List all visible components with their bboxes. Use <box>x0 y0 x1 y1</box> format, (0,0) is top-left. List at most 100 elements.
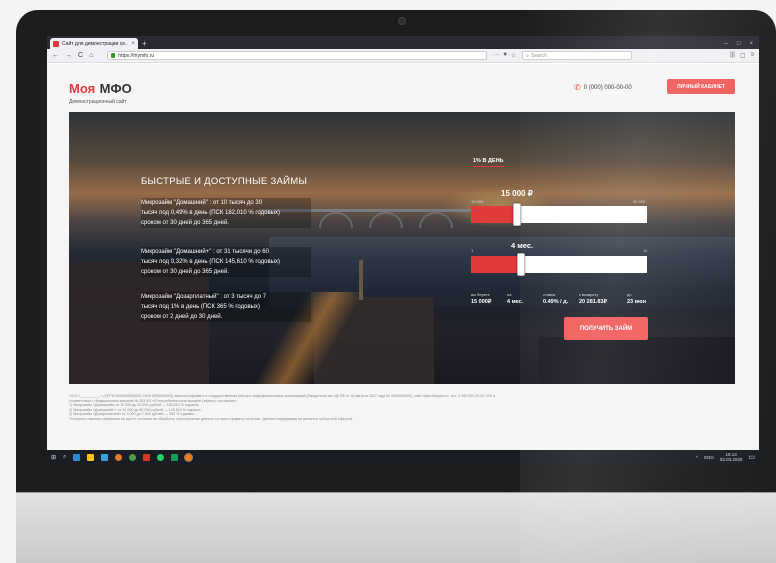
legal-footer: ООО «__________» (ОГРН 0000000000000, ИН… <box>69 394 539 422</box>
amount-slider-fill <box>471 206 515 223</box>
term-max-label: 12 <box>643 248 648 253</box>
favicon-icon <box>53 40 59 47</box>
hero-title: БЫСТРЫЕ И ДОСТУПНЫЕ ЗАЙМЫ <box>141 176 308 187</box>
search-taskbar-icon[interactable]: ⌕ <box>63 454 66 461</box>
maximize-button[interactable]: □ <box>737 41 741 47</box>
monitor-chin <box>16 492 776 563</box>
summary-rate: ставка 0.49% / д. <box>543 292 579 305</box>
reload-icon[interactable]: C <box>78 52 83 59</box>
offer-line: тысяч под 0,32% в день (ПСК 145,610 % го… <box>141 257 311 267</box>
phone-contact[interactable]: ✆ 0 (000) 000-00-00 <box>574 83 632 92</box>
search-placeholder: Search <box>531 52 547 59</box>
pocket-icon[interactable]: ♥ <box>503 52 507 59</box>
home-icon[interactable]: ⌂ <box>89 52 93 59</box>
app-icon-firefox-active[interactable] <box>184 452 194 462</box>
summary-value: 15 000₽ <box>471 299 492 305</box>
offer-line: сроком от 2 дней до 30 дней. <box>141 312 311 322</box>
window-controls: – □ × <box>725 38 759 49</box>
sidebar-icon[interactable]: ▢ <box>740 52 746 59</box>
summary-term: на 4 мес. <box>507 292 543 305</box>
app-icon-vscode[interactable] <box>73 453 81 461</box>
offer-dozarplatny: Микрозайм "Дозарплатный" : от 3 тысяч до… <box>141 292 311 322</box>
close-window-button[interactable]: × <box>749 41 753 47</box>
offer-line: Микрозайм "Дозарплатный" : от 3 тысяч до… <box>141 292 311 302</box>
summary-value: 23 июн <box>627 299 647 305</box>
app-icon-chrome[interactable] <box>129 453 137 461</box>
summary-value: 4 мес. <box>507 299 524 305</box>
windows-taskbar: ⊞ ⌕ ^ ENG 15:13 02.03.2020 ▭ <box>47 450 759 464</box>
url-text: https://mymfo.ru <box>118 52 155 59</box>
amount-max-label: 30 000 <box>633 199 646 204</box>
term-slider-handle[interactable] <box>517 253 525 276</box>
summary-repayment: к возврату 20 281.83₽ <box>579 292 627 305</box>
menu-icon[interactable]: ≡ <box>750 52 754 59</box>
logo-part2: МФО <box>99 81 132 96</box>
page-actions-icon[interactable]: ··· <box>493 52 499 59</box>
toolbar-icons: ||| ▢ ≡ <box>730 52 754 59</box>
offer-line: тысяч под 0,49% в день (ПСК 182,010 % го… <box>141 208 311 218</box>
app-icon-app[interactable] <box>101 453 109 461</box>
app-icon-explorer[interactable] <box>87 453 95 461</box>
webcam <box>398 17 406 25</box>
minimize-button[interactable]: – <box>725 41 728 47</box>
personal-cabinet-button[interactable]: ЛИЧНЫЙ КАБИНЕТ <box>667 79 735 94</box>
address-bar[interactable]: https://mymfo.ru <box>107 51 488 60</box>
summary-label: ставка <box>543 292 556 297</box>
term-slider-fill <box>471 256 519 273</box>
browser-navbar: ← → C ⌂ https://mymfo.ru ··· ♥ ☆ ⌕ Searc… <box>47 49 759 63</box>
offer-line: сроком от 30 дней до 365 дней. <box>141 218 311 228</box>
logo-part1: Моя <box>69 81 96 96</box>
summary-value: 0.49% / д. <box>543 299 569 305</box>
loan-summary: вы берете 15 000₽ на 4 мес. ставка 0.49%… <box>471 292 661 305</box>
app-icon-firefox[interactable] <box>115 453 123 461</box>
tab-title: Сайт для демонстрации се... <box>62 40 129 47</box>
browser-tab[interactable]: Сайт для демонстрации се... × <box>50 38 138 49</box>
lock-icon <box>111 53 116 58</box>
clock[interactable]: 15:13 02.03.2020 <box>720 452 743 462</box>
system-tray: ^ ENG 15:13 02.03.2020 ▭ <box>696 452 755 462</box>
summary-label: к возврату <box>579 292 599 297</box>
clock-date: 02.03.2020 <box>719 457 743 462</box>
tab-close-icon[interactable]: × <box>131 41 135 47</box>
new-tab-button[interactable]: + <box>142 38 147 49</box>
summary-label: вы берете <box>471 292 490 297</box>
screen: Сайт для демонстрации се... × + – □ × ← … <box>47 36 759 464</box>
rate-tab[interactable]: 1% В ДЕНЬ <box>473 158 504 167</box>
offer-line: сроком от 30 дней до 365 дней. <box>141 267 311 277</box>
search-input[interactable]: ⌕ Search <box>522 51 633 60</box>
summary-due-date: до 23 июн <box>627 292 661 305</box>
footer-line: Пользуясь нашими сервисами вы даете согл… <box>69 416 354 421</box>
term-value: 4 мес. <box>511 241 534 250</box>
amount-value: 15 000 ₽ <box>501 189 533 198</box>
offer-line: Микрозайм "Домашний" : от 10 тысяч до 30 <box>141 198 311 208</box>
offer-domashniy-plus: Микрозайм "Домашний+" : от 31 тысячи до … <box>141 247 311 277</box>
get-loan-button[interactable]: ПОЛУЧИТЬ ЗАЙМ <box>564 317 648 340</box>
amount-slider[interactable] <box>471 203 647 226</box>
term-slider[interactable] <box>471 253 647 276</box>
start-icon[interactable]: ⊞ <box>51 454 56 461</box>
notification-icon[interactable]: ▭ <box>748 453 755 461</box>
search-icon: ⌕ <box>526 52 530 59</box>
summary-amount: вы берете 15 000₽ <box>471 292 507 305</box>
bookmark-star-icon[interactable]: ☆ <box>511 52 516 59</box>
language-indicator[interactable]: ENG <box>704 455 714 460</box>
amount-min-label: 10 000 <box>471 199 484 204</box>
summary-value: 20 281.83₽ <box>579 299 607 305</box>
library-icon[interactable]: ||| <box>730 52 735 59</box>
summary-label: на <box>507 292 512 297</box>
back-icon[interactable]: ← <box>52 52 59 59</box>
app-icon-media[interactable] <box>143 453 151 461</box>
app-icon-photoshop[interactable] <box>171 453 179 461</box>
address-bar-actions: ··· ♥ ☆ <box>493 52 516 59</box>
site-logo[interactable]: Моя МФО Демонстрационный сайт <box>69 80 132 105</box>
website: Моя МФО Демонстрационный сайт ✆ 0 (000) … <box>47 64 759 451</box>
forward-icon[interactable]: → <box>65 52 72 59</box>
browser-tabbar: Сайт для демонстрации се... × + – □ × <box>47 36 759 49</box>
offer-domashniy: Микрозайм "Домашний" : от 10 тысяч до 30… <box>141 198 311 228</box>
tray-arrow-icon[interactable]: ^ <box>696 455 698 460</box>
phone-icon: ✆ <box>574 83 581 92</box>
hero-banner: БЫСТРЫЕ И ДОСТУПНЫЕ ЗАЙМЫ Микрозайм "Дом… <box>69 112 735 384</box>
app-icon-whatsapp[interactable] <box>157 453 165 461</box>
amount-slider-handle[interactable] <box>513 203 521 226</box>
offer-line: тысяч под 1% в день (ПСК 365 % годовых) <box>141 302 311 312</box>
